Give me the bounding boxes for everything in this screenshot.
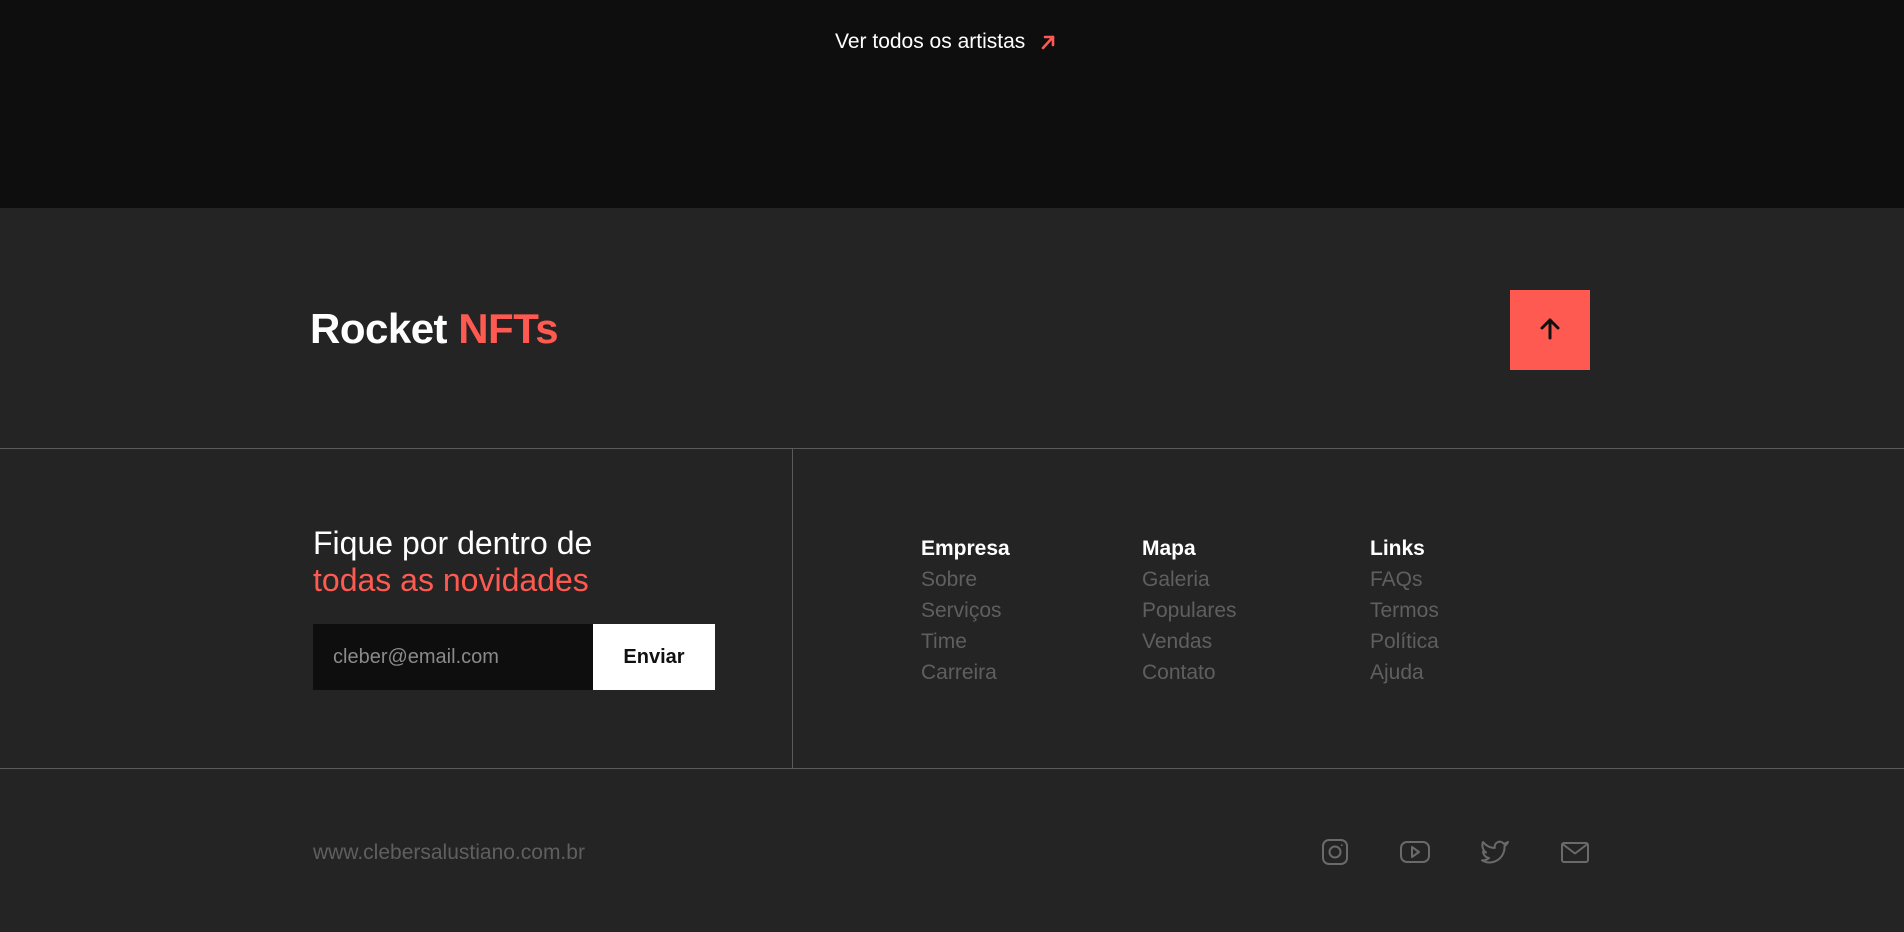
footer-column-empresa: Empresa Sobre Serviços Time Carreira (921, 533, 1010, 688)
footer-link-contato[interactable]: Contato (1142, 657, 1237, 688)
back-to-top-button[interactable] (1510, 290, 1590, 370)
send-button[interactable]: Enviar (593, 624, 715, 690)
footer-link-vendas[interactable]: Vendas (1142, 626, 1237, 657)
footer-link-faqs[interactable]: FAQs (1370, 564, 1439, 595)
artists-section-bottom: Ver todos os artistas (0, 0, 1904, 208)
footer-main-row: Fique por dentro de todas as novidades E… (0, 449, 1904, 769)
newsletter-form: Enviar (313, 624, 715, 690)
newsletter-title: Fique por dentro de todas as novidades (313, 525, 592, 599)
instagram-icon[interactable] (1318, 835, 1352, 869)
vertical-divider (792, 449, 793, 769)
footer-link-termos[interactable]: Termos (1370, 595, 1439, 626)
column-title: Empresa (921, 537, 1010, 560)
footer-link-carreira[interactable]: Carreira (921, 657, 1010, 688)
footer-column-mapa: Mapa Galeria Populares Vendas Contato (1142, 533, 1237, 688)
youtube-icon[interactable] (1398, 835, 1432, 869)
arrow-up-icon (1536, 315, 1564, 346)
site-url-link[interactable]: www.clebersalustiano.com.br (313, 841, 585, 865)
brand-name-part2: NFTs (458, 305, 559, 352)
footer-brand-row: Rocket NFTs (0, 208, 1904, 449)
see-all-artists-link[interactable]: Ver todos os artistas (835, 30, 1057, 54)
mail-icon[interactable] (1558, 835, 1592, 869)
column-title: Mapa (1142, 537, 1196, 560)
footer-link-populares[interactable]: Populares (1142, 595, 1237, 626)
email-input[interactable] (313, 624, 593, 690)
footer-link-ajuda[interactable]: Ajuda (1370, 657, 1439, 688)
brand-name-part1: Rocket (310, 305, 459, 352)
twitter-icon[interactable] (1478, 835, 1512, 869)
footer-link-sobre[interactable]: Sobre (921, 564, 1010, 595)
footer-bottom-row: www.clebersalustiano.com.br (0, 769, 1904, 932)
newsletter-title-line1: Fique por dentro de (313, 525, 593, 561)
footer-link-servicos[interactable]: Serviços (921, 595, 1010, 626)
footer-link-galeria[interactable]: Galeria (1142, 564, 1237, 595)
arrow-up-right-icon (1039, 33, 1057, 51)
brand-logo[interactable]: Rocket NFTs (310, 305, 559, 352)
see-all-artists-label: Ver todos os artistas (835, 30, 1026, 53)
footer-link-politica[interactable]: Política (1370, 626, 1439, 657)
footer-column-links: Links FAQs Termos Política Ajuda (1370, 533, 1439, 688)
column-title: Links (1370, 537, 1425, 560)
newsletter-title-line2: todas as novidades (313, 562, 589, 598)
footer-link-time[interactable]: Time (921, 626, 1010, 657)
